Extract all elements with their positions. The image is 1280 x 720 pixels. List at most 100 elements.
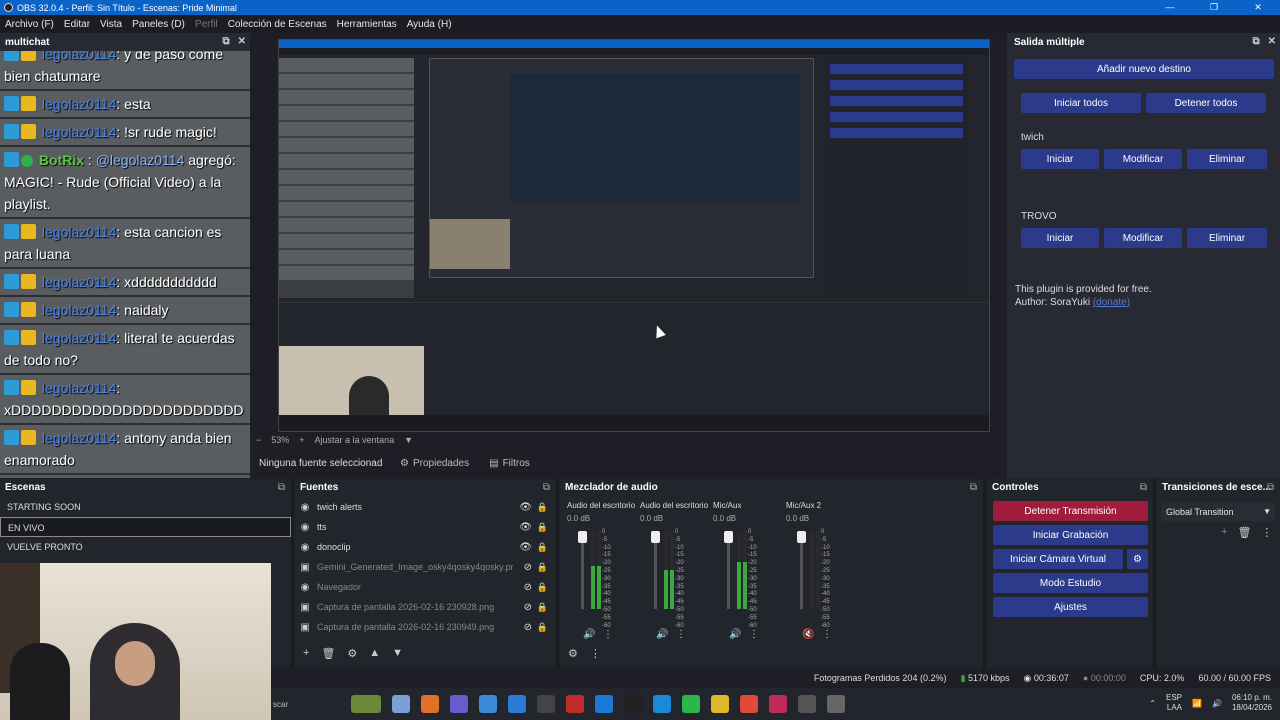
source-item[interactable]: ▣ Captura de pantalla 2026-02-16 230949.p… [295,617,556,637]
move-up-icon[interactable]: ▲ [369,647,380,660]
zoom-plus-icon[interactable]: + [299,435,304,445]
close-window-icon[interactable]: ✕ [1236,0,1280,15]
settings-button[interactable]: Ajustes [993,597,1148,617]
explorer-icon[interactable] [711,695,729,713]
float-icon[interactable]: ⧉ [543,479,550,497]
chrome-icon[interactable] [740,695,758,713]
lock-icon[interactable]: 🔒 [537,522,548,533]
lock-icon[interactable]: 🔒 [537,582,548,593]
tiktok-icon[interactable] [624,695,642,713]
lock-icon[interactable]: 🔒 [537,502,548,513]
scene-item[interactable]: STARTING SOON [0,497,291,517]
float-icon[interactable]: ⧉ [1252,36,1259,47]
visibility-icon[interactable]: 👁 [519,542,532,553]
whatsapp-icon[interactable] [682,695,700,713]
virtual-camera-button[interactable]: Iniciar Cámara Virtual [993,549,1123,569]
wifi-icon[interactable]: 📶 [1192,699,1202,708]
store-icon[interactable] [479,695,497,713]
remove-source-icon[interactable]: 🗑 [321,647,335,660]
remove-transition-icon[interactable]: 🗑 [1237,526,1251,539]
teams-icon[interactable] [450,695,468,713]
volume-knob[interactable] [724,531,733,543]
speaker-icon[interactable]: 🔊 [656,629,668,640]
close-icon[interactable]: ✕ [1268,36,1276,47]
tray-chevron-icon[interactable]: ⌃ [1149,699,1156,708]
filters-button[interactable]: ▤ Filtros [479,458,540,469]
chat-list[interactable]: legolaz0114: y de paso come bien chatuma… [0,51,250,478]
source-item[interactable]: ◉ tts 👁 🔒 [295,517,556,537]
studio-mode-button[interactable]: Modo Estudio [993,573,1148,593]
visibility-icon[interactable]: 👁 [519,522,532,533]
move-down-icon[interactable]: ▼ [392,647,403,660]
app-a-icon[interactable] [769,695,787,713]
hidden-icon[interactable]: ⊘ [524,582,532,593]
widget-icon[interactable] [351,695,381,713]
trovo-edit-button[interactable]: Modificar [1104,228,1182,248]
outlook-icon[interactable] [595,695,613,713]
lock-icon[interactable]: 🔒 [537,622,548,633]
trovo-start-button[interactable]: Iniciar [1021,228,1099,248]
add-destination-button[interactable]: Añadir nuevo destino [1014,59,1274,79]
properties-button[interactable]: ⚙ Propiedades [390,458,479,469]
program-preview[interactable] [250,33,1007,445]
lock-icon[interactable]: 🔒 [537,562,548,573]
hidden-icon[interactable]: ⊘ [524,602,532,613]
menu-paneles[interactable]: Paneles (D) [127,19,190,30]
transition-menu-icon[interactable]: ⋮ [1261,526,1272,539]
scene-item[interactable]: VUELVE PRONTO [0,537,291,557]
volume-knob[interactable] [578,531,587,543]
muted-speaker-icon[interactable]: 🔇 [802,629,814,640]
donate-link[interactable]: (donate) [1093,297,1130,308]
source-item[interactable]: ◉ Navegador ⊘ 🔒 [295,577,556,597]
visibility-icon[interactable]: 👁 [519,502,532,513]
mail-icon[interactable] [508,695,526,713]
chevron-down-icon[interactable]: ▼ [404,435,413,445]
language-indicator[interactable]: ESP LAA [1166,693,1182,713]
maximize-icon[interactable]: ❐ [1192,0,1236,15]
channel-menu-icon[interactable]: ⋮ [749,629,759,640]
hidden-icon[interactable]: ⊘ [524,622,532,633]
float-icon[interactable]: ⧉ [970,479,977,497]
add-source-icon[interactable]: + [303,647,309,660]
speaker-icon[interactable]: 🔊 [729,629,741,640]
menu-ayuda[interactable]: Ayuda (H) [402,19,457,30]
channel-menu-icon[interactable]: ⋮ [676,629,686,640]
menu-perfil[interactable]: Perfil [190,19,223,30]
twich-delete-button[interactable]: Eliminar [1187,149,1267,169]
add-transition-icon[interactable]: + [1221,526,1227,539]
obs-taskbar-icon[interactable] [798,695,816,713]
source-item[interactable]: ◉ twich alerts 👁 🔒 [295,497,556,517]
virtual-camera-settings-icon[interactable]: ⚙ [1127,549,1148,569]
task-view-icon[interactable] [392,695,410,713]
float-icon[interactable]: ⧉ [222,36,229,47]
stop-all-button[interactable]: Detener todos [1146,93,1266,113]
trovo-delete-button[interactable]: Eliminar [1187,228,1267,248]
twich-edit-button[interactable]: Modificar [1104,149,1182,169]
volume-knob[interactable] [797,531,806,543]
volume-icon[interactable]: 🔊 [1212,699,1222,708]
menu-coleccion[interactable]: Colección de Escenas [223,19,332,30]
scene-item[interactable]: EN VIVO [0,517,291,537]
source-item[interactable]: ▣ Gemini_Generated_Image_osky4qosky4qosky… [295,557,556,577]
source-item[interactable]: ◉ donoclip 👁 🔒 [295,537,556,557]
app-gray-icon[interactable] [827,695,845,713]
start-recording-button[interactable]: Iniciar Grabación [993,525,1148,545]
menu-editar[interactable]: Editar [59,19,95,30]
minimize-icon[interactable]: — [1148,0,1192,15]
transition-select[interactable]: Global Transition ▼ [1161,503,1275,521]
menu-archivo[interactable]: Archivo (F) [0,19,59,30]
float-icon[interactable]: ⧉ [1267,479,1274,497]
mixer-menu-icon[interactable]: ⋮ [590,647,601,660]
mixer-settings-icon[interactable]: ⚙ [568,647,578,660]
lock-icon[interactable]: 🔒 [537,602,548,613]
edge-icon[interactable] [653,695,671,713]
source-settings-icon[interactable]: ⚙ [347,647,357,660]
channel-menu-icon[interactable]: ⋮ [603,629,613,640]
clock[interactable]: 06:10 p. m. 18/04/2026 [1232,693,1272,713]
app-icon[interactable] [537,695,555,713]
float-icon[interactable]: ⧉ [1140,479,1147,497]
fit-window-label[interactable]: Ajustar a la ventana [315,435,395,445]
firefox-icon[interactable] [421,695,439,713]
float-icon[interactable]: ⧉ [278,479,285,497]
lock-icon[interactable]: 🔒 [537,542,548,553]
